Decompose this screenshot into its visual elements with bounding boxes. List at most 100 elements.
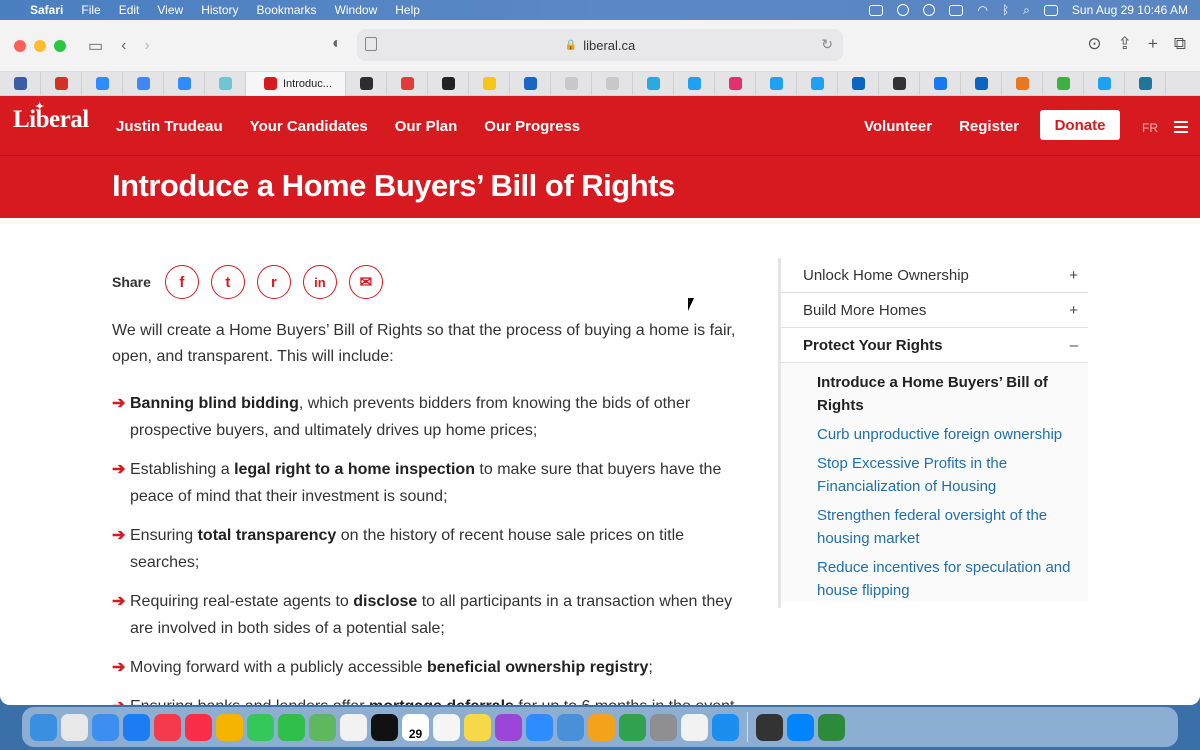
tab-overview-icon[interactable]: ⧉ [1174, 34, 1186, 54]
browser-tab[interactable] [797, 71, 838, 96]
finder-dock-icon[interactable] [30, 713, 57, 741]
menu-app-name[interactable]: Safari [30, 3, 63, 17]
zoom-dock-icon[interactable] [526, 713, 553, 741]
browser-tab[interactable] [205, 71, 246, 96]
expand-icon[interactable]: + [1069, 267, 1078, 284]
facebook-share-icon[interactable]: f [164, 265, 199, 299]
menubar-clock[interactable]: Sun Aug 29 10:46 AM [1072, 3, 1188, 17]
app-store-dock-icon[interactable] [712, 713, 739, 741]
sidebar-link[interactable]: Curb unproductive foreign ownership [817, 423, 1078, 446]
spotlight-icon[interactable]: ⌕ [1023, 3, 1030, 18]
settings-dock-icon[interactable] [650, 713, 677, 741]
nav-your-candidates[interactable]: Your Candidates [250, 118, 368, 135]
browser-tab[interactable] [428, 71, 469, 96]
browser-tab[interactable] [879, 71, 920, 96]
messenger-dock-icon[interactable] [787, 713, 814, 741]
menu-file[interactable]: File [81, 3, 100, 17]
nav-our-progress[interactable]: Our Progress [484, 118, 580, 135]
back-icon[interactable]: ‹ [121, 37, 126, 55]
browser-tab[interactable] [469, 71, 510, 96]
pages-dock-icon[interactable] [588, 713, 615, 741]
minimize-window-button[interactable] [34, 39, 46, 52]
mail-dock-icon[interactable] [92, 713, 119, 741]
close-window-button[interactable] [14, 39, 26, 52]
sidebar-link-current[interactable]: Introduce a Home Buyers’ Bill of Rights [817, 371, 1078, 417]
nav-our-plan[interactable]: Our Plan [395, 118, 458, 135]
browser-tab[interactable] [592, 71, 633, 96]
launchpad-dock-icon[interactable] [61, 713, 88, 741]
hamburger-menu-icon[interactable] [1174, 121, 1188, 136]
reddit-share-icon[interactable]: r [256, 265, 291, 299]
menu-history[interactable]: History [201, 3, 238, 17]
menu-edit[interactable]: Edit [119, 3, 140, 17]
time-machine-icon[interactable] [923, 4, 936, 16]
browser-tab[interactable] [674, 71, 715, 96]
control-center-icon[interactable] [1043, 4, 1058, 16]
linkedin-share-icon[interactable]: in [302, 265, 337, 299]
liberal-logo[interactable]: ✦ Liberal [13, 101, 89, 134]
browser-tab[interactable] [633, 71, 674, 96]
browser-tab[interactable] [346, 71, 387, 96]
numbers-dock-icon[interactable] [619, 713, 646, 741]
section-protect-your-rights[interactable]: Protect Your Rights – [781, 328, 1088, 363]
preview-dock-icon[interactable] [557, 713, 584, 741]
battery-icon[interactable] [949, 4, 964, 16]
new-tab-icon[interactable]: + [1148, 34, 1158, 54]
zoom-window-button[interactable] [54, 39, 66, 52]
browser-tab[interactable] [0, 71, 41, 96]
sidebar-toggle-icon[interactable]: ▭ [88, 36, 103, 56]
donate-button[interactable]: Donate [1040, 110, 1120, 140]
tv-dock-icon[interactable] [371, 713, 398, 741]
facetime-dock-icon[interactable] [278, 713, 305, 741]
browser-tab-active[interactable]: Introduc... [246, 71, 346, 96]
sidebar-link[interactable]: Strengthen federal oversight of the hous… [817, 504, 1078, 550]
section-build-more-homes[interactable]: Build More Homes + [781, 293, 1088, 328]
browser-tab[interactable] [510, 71, 551, 96]
menu-help[interactable]: Help [395, 3, 420, 17]
share-sheet-icon[interactable]: ⇪ [1118, 34, 1132, 54]
calendar-dock-icon[interactable]: 29 [402, 713, 429, 741]
maps-dock-icon[interactable] [309, 713, 336, 741]
downloads-icon[interactable]: ⊙ [1087, 34, 1101, 54]
browser-tab[interactable] [838, 71, 879, 96]
bank-dock-icon[interactable] [818, 713, 845, 741]
email-share-icon[interactable]: ✉ [348, 265, 383, 299]
sidebar-link[interactable]: Reduce incentives for speculation and ho… [817, 556, 1078, 602]
wifi-icon[interactable]: ◠ [977, 3, 987, 17]
browser-tab[interactable] [123, 71, 164, 96]
calculator-dock-icon[interactable] [756, 713, 783, 741]
address-bar[interactable]: 🔒 liberal.ca ↻ [357, 29, 843, 61]
browser-tab[interactable] [756, 71, 797, 96]
safari-dock-icon[interactable] [123, 713, 150, 741]
music-dock-icon[interactable] [185, 713, 212, 741]
status-circle-icon[interactable] [897, 4, 910, 16]
textedit-dock-icon[interactable] [681, 713, 708, 741]
browser-tab[interactable] [715, 71, 756, 96]
browser-tab[interactable] [164, 71, 205, 96]
browser-tab[interactable] [1125, 71, 1166, 96]
menu-window[interactable]: Window [335, 3, 378, 17]
nav-register[interactable]: Register [959, 118, 1019, 135]
menu-bookmarks[interactable]: Bookmarks [257, 3, 317, 17]
browser-tab[interactable] [41, 71, 82, 96]
twitter-share-icon[interactable]: t [210, 265, 245, 299]
section-unlock-home-ownership[interactable]: Unlock Home Ownership + [781, 258, 1088, 293]
notes-dock-icon[interactable] [464, 713, 491, 741]
browser-tab[interactable] [551, 71, 592, 96]
collapse-icon[interactable]: – [1070, 337, 1078, 354]
reader-icon[interactable] [365, 37, 377, 51]
photos-dock-icon[interactable] [216, 713, 243, 741]
browser-tab[interactable] [1002, 71, 1043, 96]
podcasts-dock-icon[interactable] [495, 713, 522, 741]
browser-tab[interactable] [961, 71, 1002, 96]
keynote-dock-icon[interactable] [340, 713, 367, 741]
sidebar-link[interactable]: Stop Excessive Profits in the Financiali… [817, 452, 1078, 498]
browser-tab[interactable] [1084, 71, 1125, 96]
reminders-dock-icon[interactable] [433, 713, 460, 741]
browser-tab[interactable] [920, 71, 961, 96]
nav-justin-trudeau[interactable]: Justin Trudeau [116, 118, 223, 135]
messages-dock-icon[interactable] [247, 713, 274, 741]
browser-tab[interactable] [82, 71, 123, 96]
nav-volunteer[interactable]: Volunteer [864, 118, 932, 135]
news-dock-icon[interactable] [154, 713, 181, 741]
